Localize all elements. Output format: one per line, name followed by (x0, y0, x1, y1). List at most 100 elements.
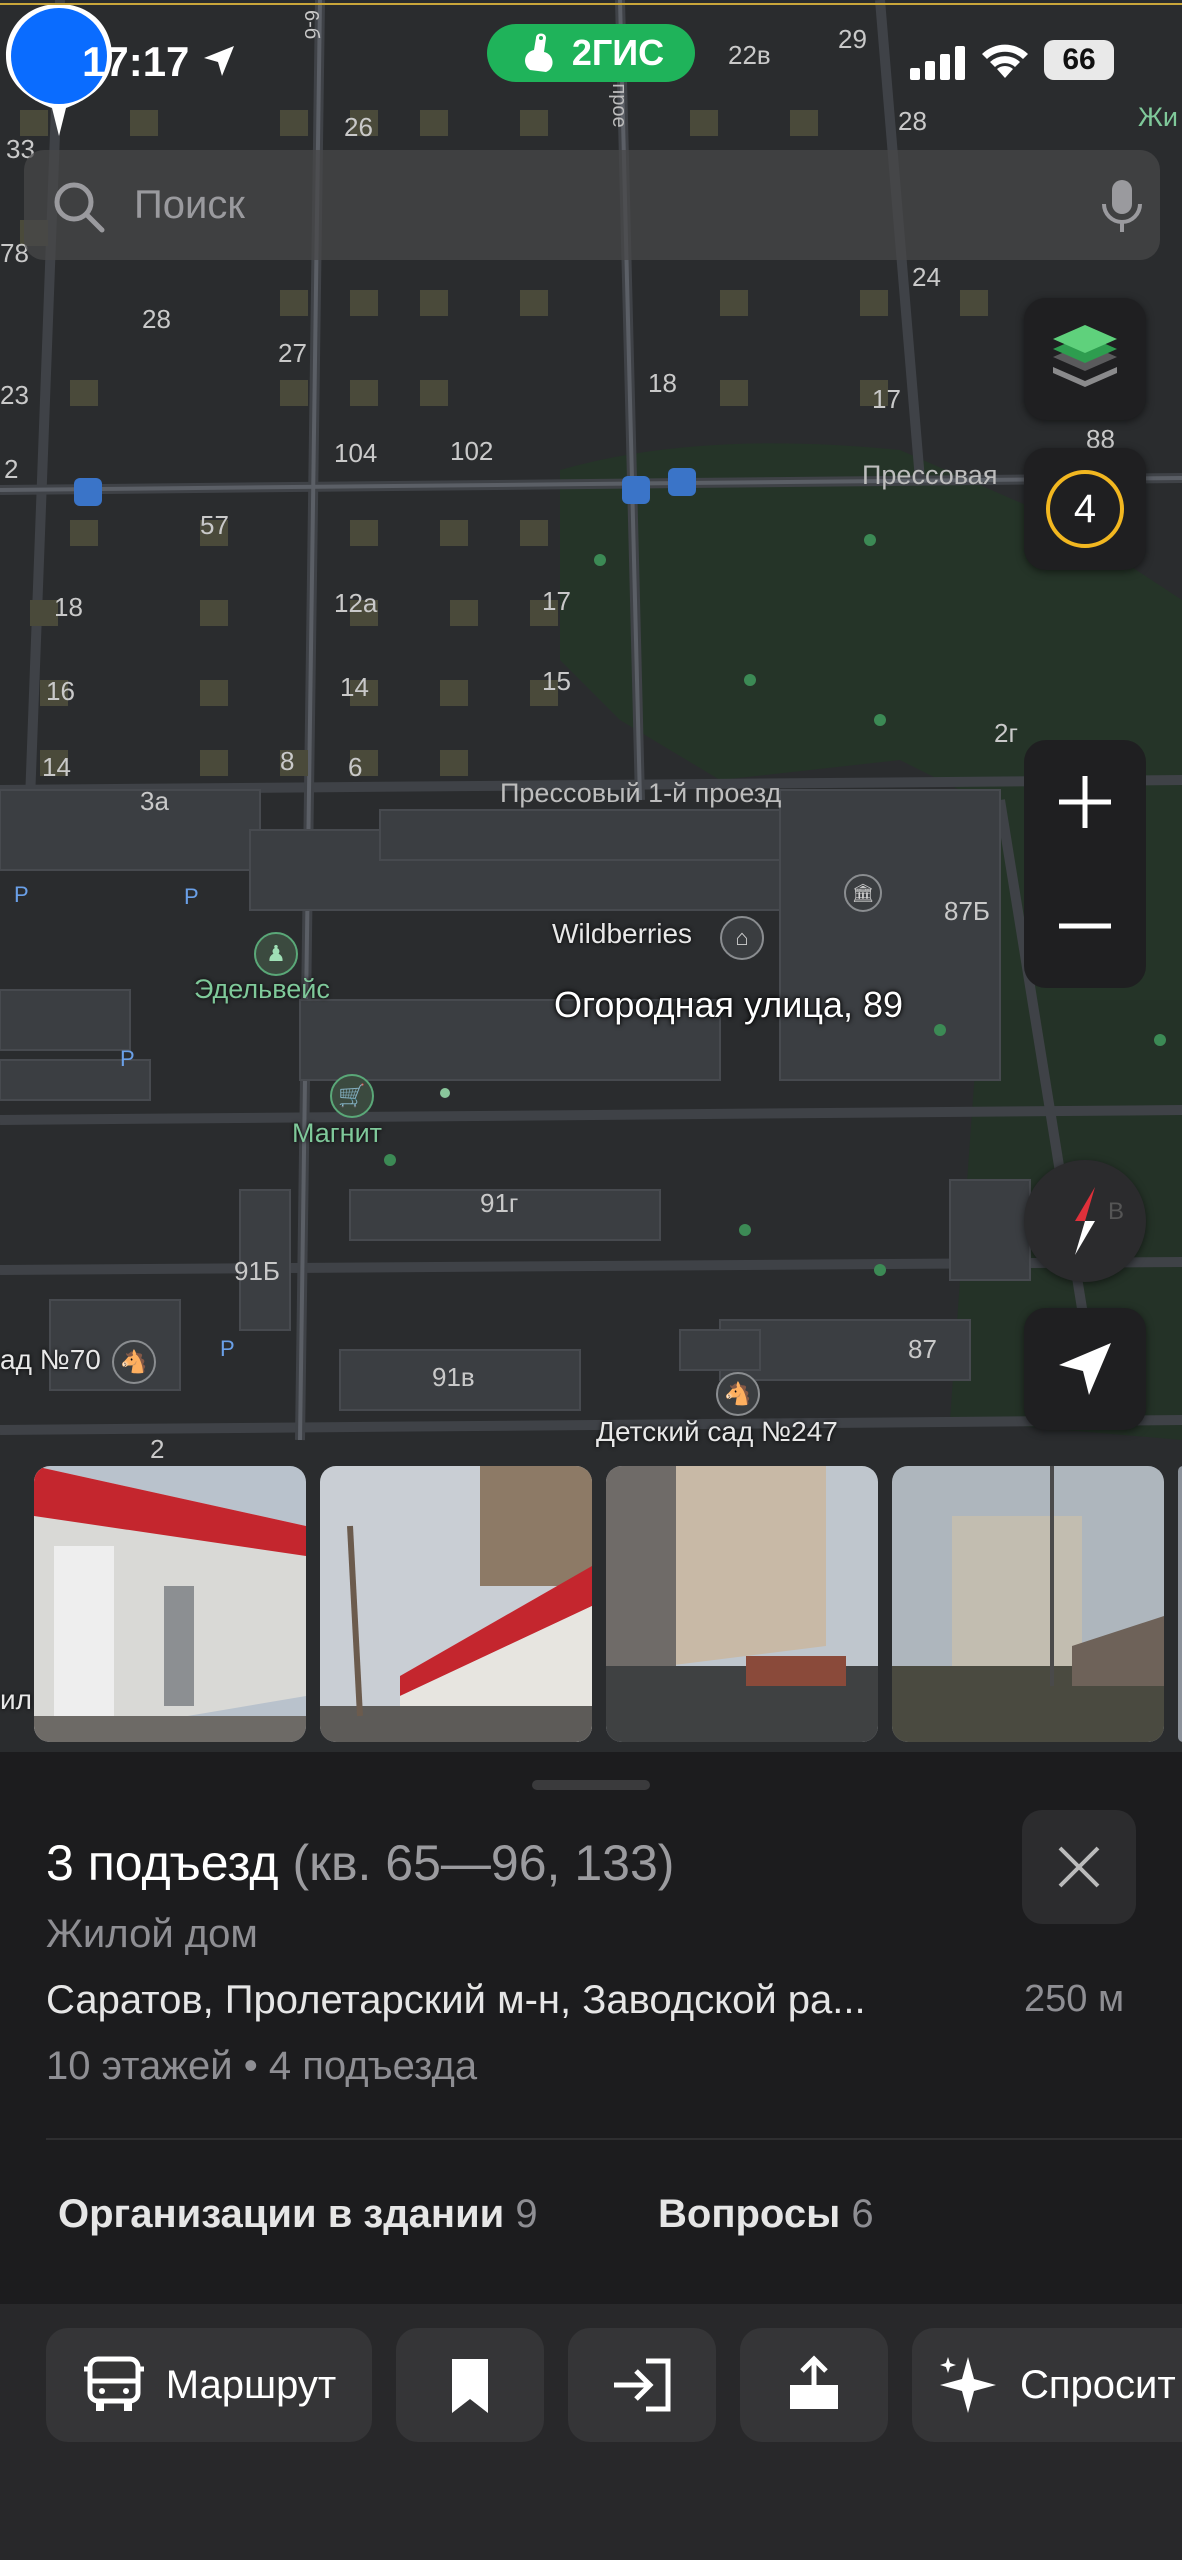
map-street-label: Прессовая (862, 460, 998, 490)
minus-icon (1059, 923, 1111, 929)
map-house-number: 2 (150, 1434, 165, 1464)
map-house-number: 91Б (234, 1256, 280, 1286)
kindergarten-poi-icon[interactable]: 🐴 (716, 1372, 760, 1416)
search-bar[interactable] (24, 150, 1160, 260)
map-street-label: Прессовый 1-й проезд (500, 778, 782, 808)
zoom-out-button[interactable] (1024, 864, 1146, 988)
map-house-number: 24 (912, 262, 941, 292)
map-street-label: Жи (1138, 102, 1179, 132)
traffic-level-button[interactable]: 4 (1024, 448, 1146, 570)
place-title-main: 3 подъезд (46, 1835, 279, 1891)
poi-edelweiss[interactable]: Эдельвейс (194, 974, 330, 1005)
tab-organizations[interactable]: Организации в здании 9 (58, 2192, 538, 2237)
ask-label: Спросит (1020, 2362, 1176, 2407)
edelweiss-poi-icon[interactable]: ♟ (254, 932, 298, 976)
bookmark-icon (452, 2359, 488, 2413)
map-house-number: 14 (42, 752, 71, 782)
plus-icon (1059, 776, 1111, 828)
bookmark-button[interactable] (396, 2328, 544, 2442)
parking-marker: P (184, 884, 199, 909)
scale-ruler (0, 3, 1182, 5)
map-house-number: 28 (898, 106, 927, 136)
goose-logo-icon (524, 33, 553, 72)
parking-marker: P (14, 882, 29, 907)
microphone-icon[interactable] (1094, 176, 1150, 236)
map-house-number: 6 (348, 752, 363, 782)
map-house-number: 2 (4, 454, 19, 484)
map-house-number: 6-б (300, 10, 322, 40)
divider (46, 2138, 1182, 2140)
kindergarten-poi-icon[interactable]: 🐴 (112, 1340, 156, 1384)
cart-poi-icon[interactable]: 🛒 (330, 1074, 374, 1118)
brand-name: 2ГИС (571, 32, 665, 73)
share-button[interactable] (740, 2328, 888, 2442)
building-photo[interactable] (892, 1466, 1164, 1742)
poi-magnit[interactable]: Магнит (292, 1118, 382, 1149)
map-house-number: 3а (140, 786, 169, 816)
place-address[interactable]: Саратов, Пролетарский м-н, Заводской ра.… (46, 1978, 986, 2023)
poi-wildberries[interactable]: Wildberries (552, 918, 692, 950)
close-button[interactable] (1022, 1810, 1136, 1924)
layers-button[interactable] (1024, 298, 1146, 420)
map-house-number: 87Б (944, 896, 990, 926)
compass-button[interactable]: В (1024, 1160, 1146, 1282)
poi-kindergarten-70[interactable]: ад №70 (0, 1344, 101, 1376)
place-card: 3 подъезд (кв. 65—96, 133) Жилой дом Сар… (0, 1752, 1182, 2560)
cellular-signal-icon (910, 46, 965, 80)
route-label: Маршрут (165, 2362, 337, 2407)
place-type: Жилой дом (46, 1912, 258, 1956)
sheet-handle[interactable] (532, 1780, 650, 1790)
map-house-number: 57 (200, 510, 229, 540)
building-photo[interactable] (606, 1466, 878, 1742)
location-arrow-icon (204, 46, 234, 76)
brand-badge[interactable]: 2ГИС (487, 24, 695, 82)
building-photo[interactable] (320, 1466, 592, 1742)
ask-button[interactable]: Спросит (912, 2328, 1182, 2442)
route-button[interactable]: Маршрут (46, 2328, 372, 2442)
wifi-icon (982, 44, 1028, 78)
my-location-button[interactable] (1024, 1308, 1146, 1430)
tab-questions-label: Вопросы (658, 2192, 841, 2236)
photo-strip[interactable] (34, 1466, 1182, 1742)
sparkle-icon (940, 2357, 996, 2413)
tab-questions-count: 6 (851, 2192, 874, 2236)
tab-questions[interactable]: Вопросы 6 (658, 2192, 874, 2237)
map-house-number: 26 (344, 112, 373, 142)
map-house-number: 87 (908, 1334, 937, 1364)
museum-poi-icon[interactable]: 🏛 (844, 874, 882, 912)
map-house-number: 102 (450, 436, 494, 466)
place-title: 3 подъезд (кв. 65—96, 133) (46, 1834, 674, 1892)
place-distance: 250 м (1024, 1978, 1125, 2020)
map-house-number: 18 (54, 592, 83, 622)
map-house-number: 91в (432, 1362, 475, 1392)
entrance-icon (614, 2358, 671, 2412)
map-house-number: 27 (278, 338, 307, 368)
search-input[interactable] (132, 172, 1036, 238)
compass-direction: В (1108, 1198, 1125, 1225)
map-house-number: 28 (142, 304, 171, 334)
battery-indicator: 66 (1044, 40, 1114, 80)
map-house-number: 12а (334, 588, 378, 618)
zoom-in-button[interactable] (1024, 740, 1146, 864)
share-icon (790, 2355, 838, 2409)
tab-organizations-count: 9 (515, 2192, 538, 2236)
entrance-button[interactable] (568, 2328, 716, 2442)
building-photo[interactable] (1178, 1466, 1182, 1742)
map-house-number: 17 (872, 384, 901, 414)
traffic-level-badge: 4 (1046, 470, 1124, 548)
selected-address-label: Огородная улица, 89 (554, 984, 904, 1025)
layers-icon (1053, 325, 1117, 387)
map-house-number: 91г (480, 1188, 519, 1218)
poi-kindergarten-247[interactable]: Детский сад №247 (596, 1416, 838, 1448)
place-floors: 10 этажей • 4 подъезда (46, 2044, 478, 2088)
tab-organizations-label: Организации в здании (58, 2192, 505, 2236)
building-photo[interactable] (34, 1466, 306, 1742)
compass-icon (1075, 1187, 1095, 1255)
map-house-number: 14 (340, 672, 369, 702)
map-house-number: 18 (648, 368, 677, 398)
map-house-number: 16 (46, 676, 75, 706)
wildberries-poi-icon[interactable]: ⌂ (720, 916, 764, 960)
zoom-controls (1024, 740, 1146, 988)
status-time: 17:17 (82, 38, 190, 85)
map-canvas[interactable]: 6-б 26 22в 29 28 33 78 28 27 23 18 24 17… (0, 0, 1182, 1760)
